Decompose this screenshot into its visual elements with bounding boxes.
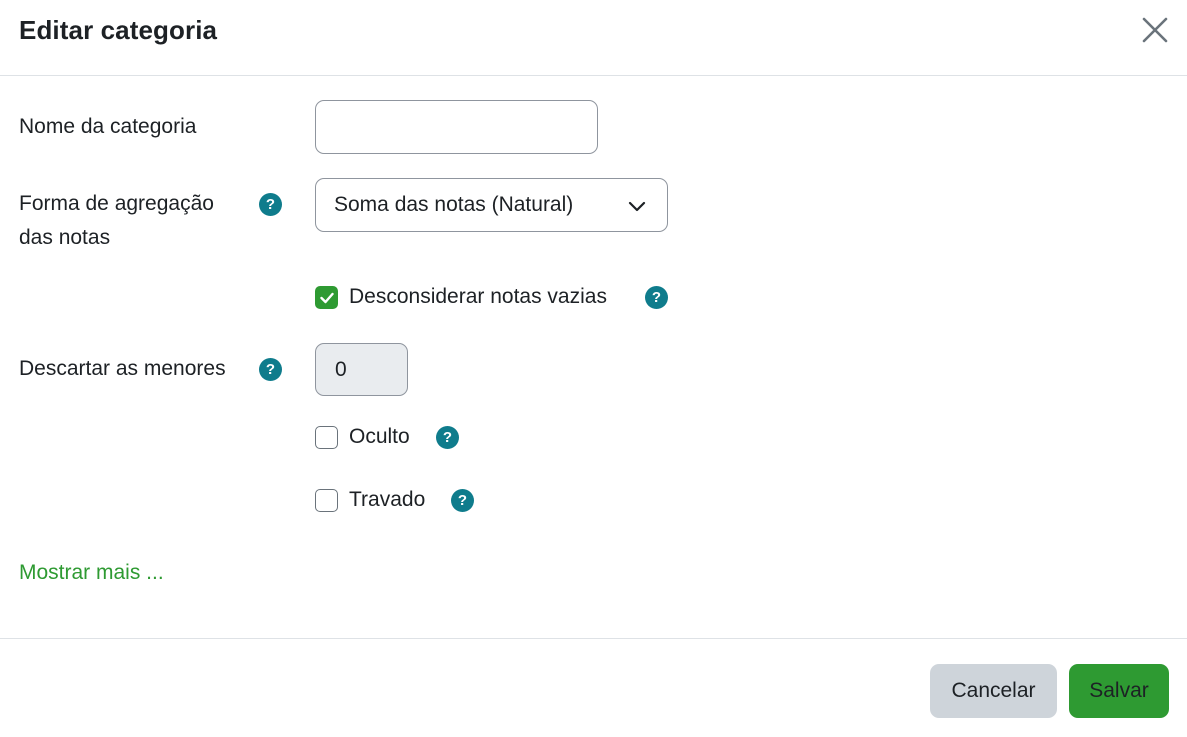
edit-category-modal: Editar categoria Nome da categoria Forma… — [0, 0, 1187, 737]
aggregation-label-line1: Forma de agregação — [19, 192, 214, 215]
modal-footer: Cancelar Salvar — [0, 638, 1187, 737]
cancel-button[interactable]: Cancelar — [930, 664, 1057, 718]
drop-lowest-help-icon[interactable]: ? — [259, 358, 282, 381]
ignore-empty-checkbox[interactable] — [315, 286, 338, 309]
modal-title: Editar categoria — [19, 15, 218, 45]
hidden-label[interactable]: Oculto — [349, 420, 410, 454]
save-button[interactable]: Salvar — [1069, 664, 1169, 718]
drop-lowest-input: 0 — [315, 343, 408, 396]
locked-help-icon[interactable]: ? — [451, 489, 474, 512]
aggregation-selected-value: Soma das notas (Natural) — [334, 193, 574, 216]
check-icon — [320, 292, 334, 304]
locked-label[interactable]: Travado — [349, 483, 425, 517]
ignore-empty-help-icon[interactable]: ? — [645, 286, 668, 309]
drop-lowest-label: Descartar as menores — [19, 357, 226, 380]
category-name-input[interactable] — [315, 100, 598, 154]
hidden-help-icon[interactable]: ? — [436, 426, 459, 449]
close-icon — [1142, 17, 1168, 43]
category-name-label: Nome da categoria — [19, 115, 197, 138]
modal-header: Editar categoria — [0, 0, 1187, 76]
chevron-down-icon — [628, 201, 646, 212]
aggregation-help-icon[interactable]: ? — [259, 193, 282, 216]
ignore-empty-label[interactable]: Desconsiderar notas vazias — [349, 280, 607, 314]
locked-checkbox[interactable] — [315, 489, 338, 512]
show-more-link[interactable]: Mostrar mais ... — [19, 556, 164, 590]
close-button[interactable] — [1139, 14, 1171, 46]
aggregation-label-line2: das notas — [19, 226, 111, 249]
hidden-checkbox[interactable] — [315, 426, 338, 449]
aggregation-select[interactable]: Soma das notas (Natural) — [315, 178, 668, 232]
